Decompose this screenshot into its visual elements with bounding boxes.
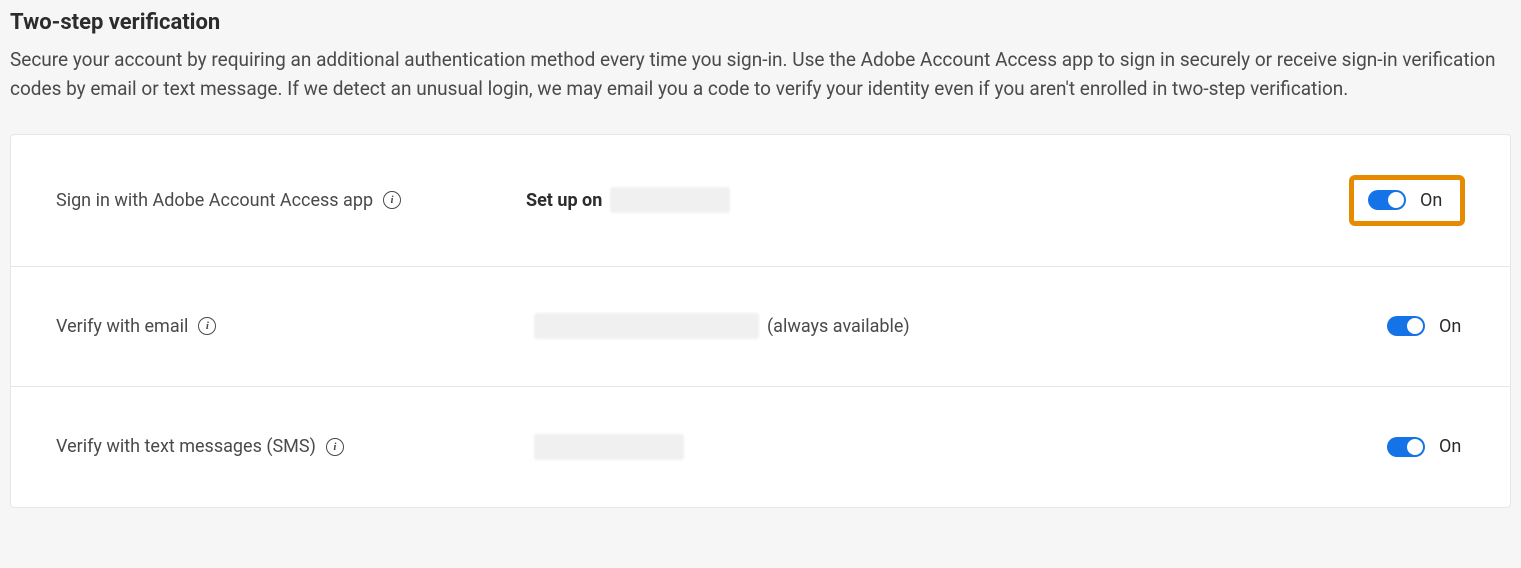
row-label-text: Sign in with Adobe Account Access app xyxy=(56,190,373,211)
toggle-state-label: On xyxy=(1439,436,1465,457)
info-icon[interactable]: i xyxy=(198,317,216,335)
toggle-verify-sms[interactable] xyxy=(1387,437,1425,457)
row-label-text: Verify with email xyxy=(56,316,188,337)
row-verify-email: Verify with email i (always available) O… xyxy=(11,267,1510,387)
toggle-adobe-account-access[interactable] xyxy=(1368,190,1406,210)
toggle-highlight: On xyxy=(1349,175,1465,226)
row-label: Sign in with Adobe Account Access app i xyxy=(56,190,526,211)
redacted-value xyxy=(534,313,759,339)
row-value: Set up on xyxy=(526,187,1349,213)
toggle-verify-email[interactable] xyxy=(1387,316,1425,336)
toggle-state-label: On xyxy=(1439,316,1465,337)
redacted-value xyxy=(534,434,684,460)
toggle-state-label: On xyxy=(1420,190,1446,211)
row-verify-sms: Verify with text messages (SMS) i On xyxy=(11,387,1510,507)
info-icon[interactable]: i xyxy=(383,191,401,209)
row-label-text: Verify with text messages (SMS) xyxy=(56,436,316,457)
section-description: Secure your account by requiring an addi… xyxy=(10,45,1511,104)
row-value: (always available) xyxy=(526,313,1387,339)
toggle-wrap: On xyxy=(1387,436,1465,457)
toggle-wrap: On xyxy=(1387,316,1465,337)
row-value xyxy=(526,434,1387,460)
value-prefix: Set up on xyxy=(526,190,602,211)
redacted-value xyxy=(610,187,730,213)
info-icon[interactable]: i xyxy=(326,438,344,456)
row-adobe-account-access: Sign in with Adobe Account Access app i … xyxy=(11,135,1510,267)
row-label: Verify with email i xyxy=(56,316,526,337)
two-step-card: Sign in with Adobe Account Access app i … xyxy=(10,134,1511,508)
value-suffix: (always available) xyxy=(767,316,910,337)
section-title: Two-step verification xyxy=(10,10,1511,35)
row-label: Verify with text messages (SMS) i xyxy=(56,436,526,457)
